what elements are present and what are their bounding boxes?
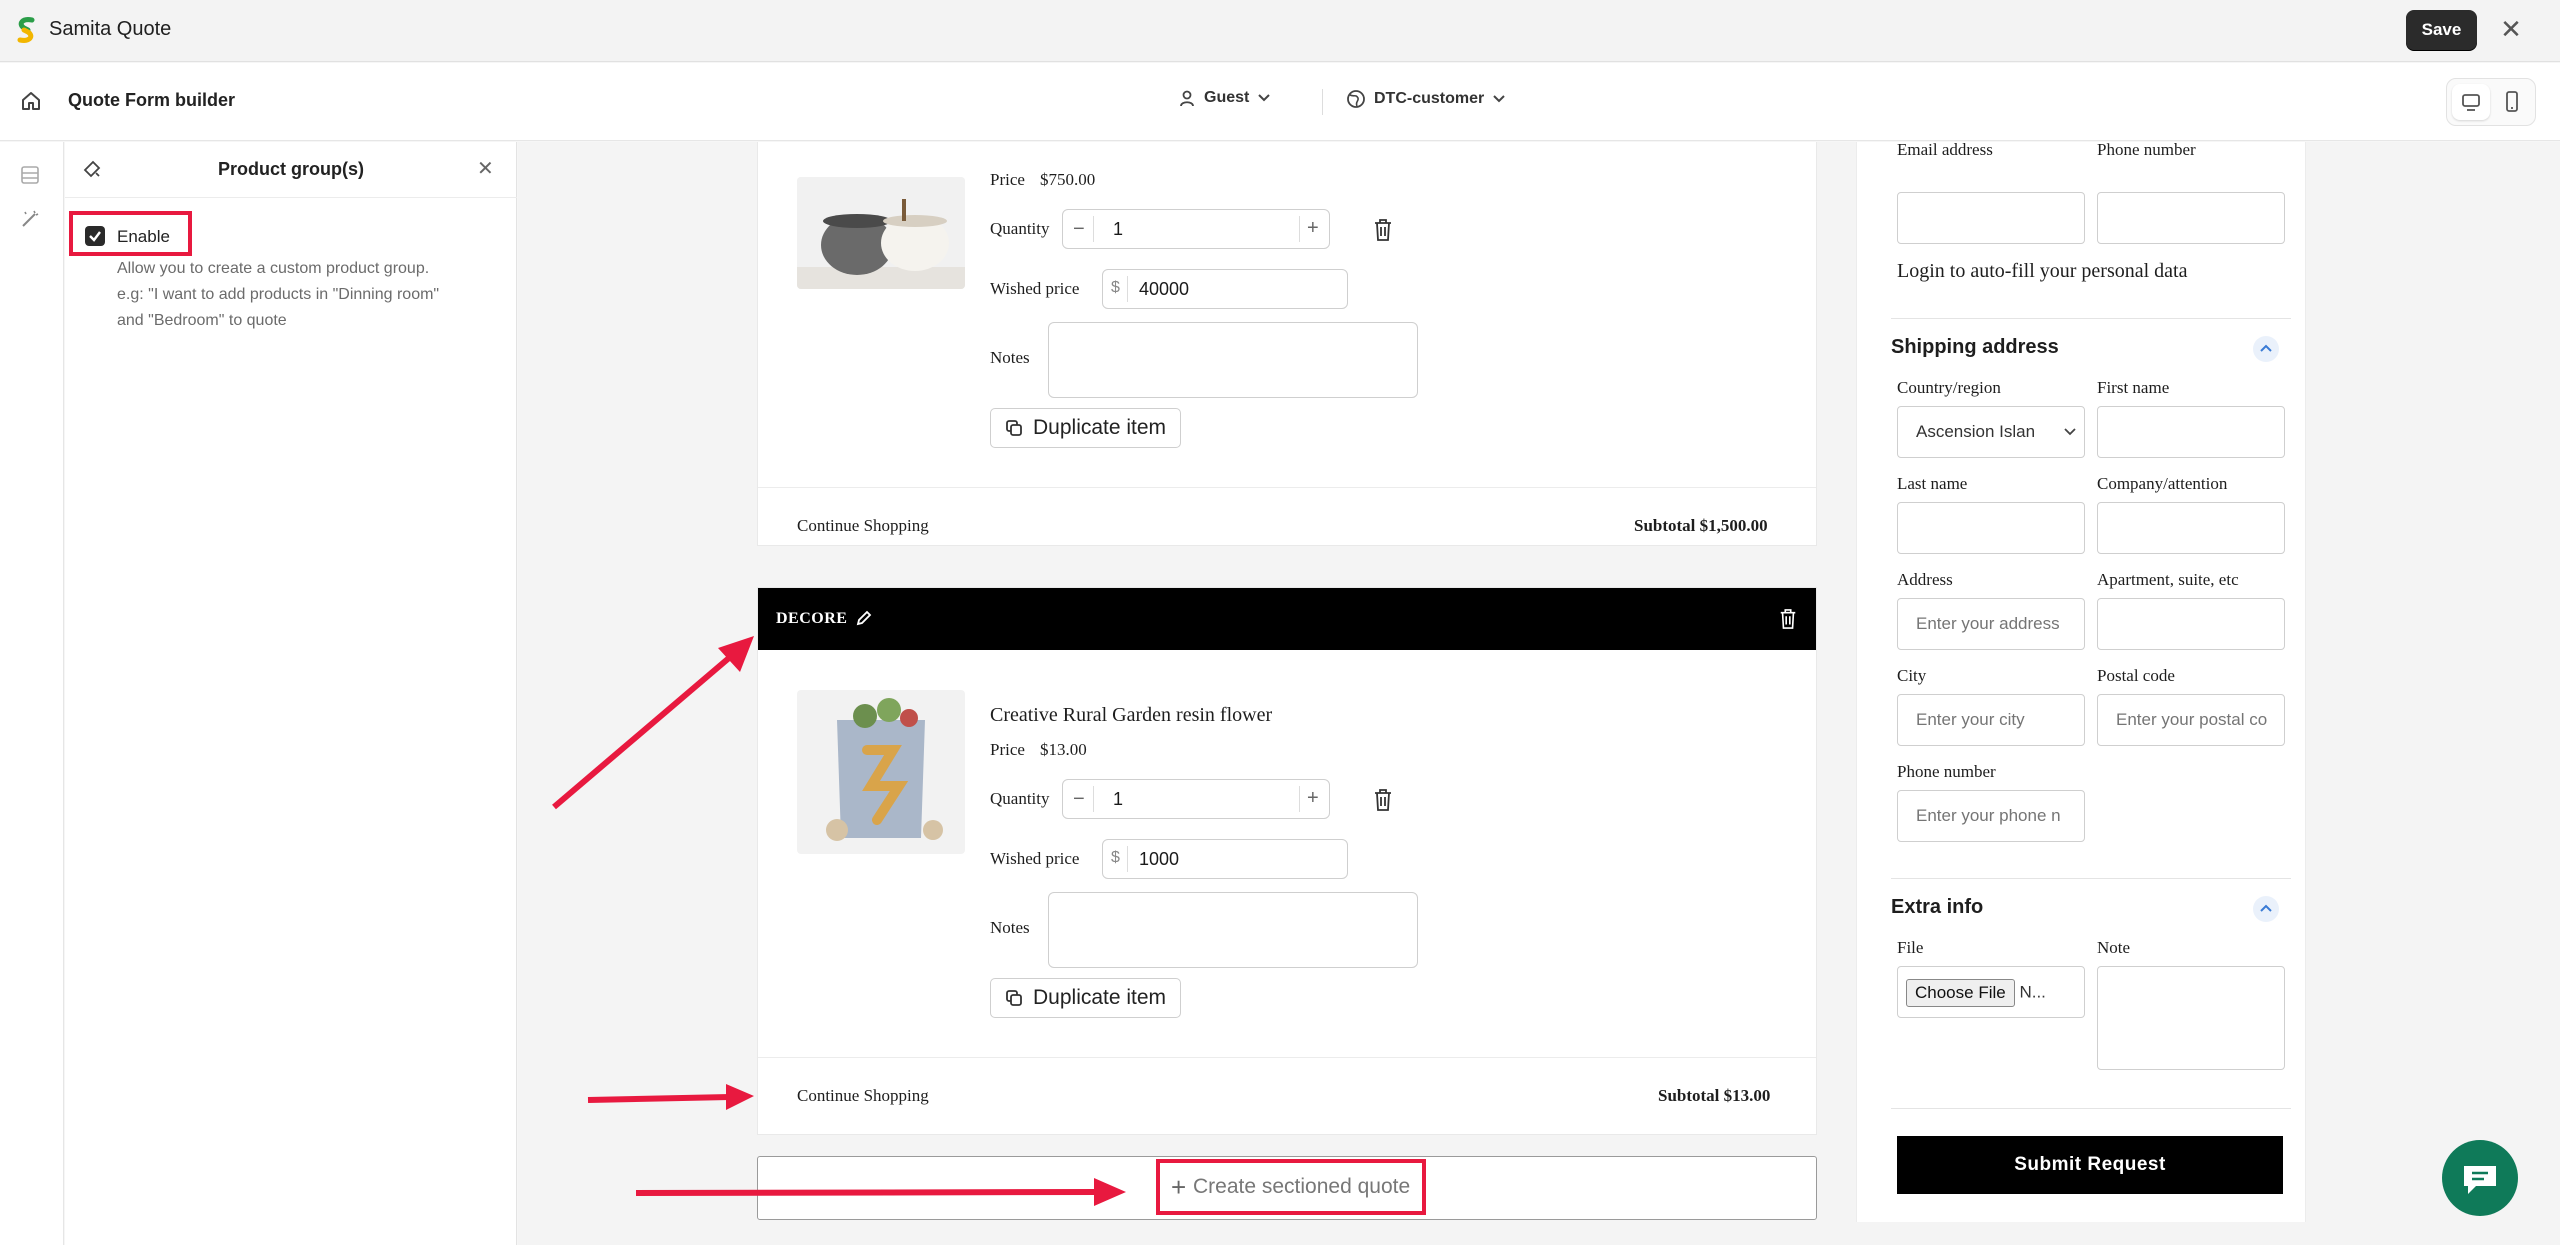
layout-icon[interactable]: [19, 164, 41, 186]
app-title: Samita Quote: [49, 18, 172, 40]
submit-request-button[interactable]: Submit Request: [1897, 1136, 2283, 1194]
email-label: Email address: [1897, 142, 1993, 159]
chevron-down-icon: [1493, 95, 1505, 103]
app-topbar: Samita Quote Save ✕: [0, 0, 2560, 62]
email-field[interactable]: [1897, 192, 2085, 244]
last-name-field[interactable]: [1897, 502, 2085, 554]
phone-number-label: Phone number: [1897, 762, 1996, 781]
postal-code-field[interactable]: Enter your postal co: [2097, 694, 2285, 746]
globe-icon: [1347, 90, 1365, 108]
phone-number-field[interactable]: Enter your phone n: [1897, 790, 2085, 842]
collapse-extra-info-button[interactable]: [2253, 896, 2279, 922]
shipping-address-title: Shipping address: [1891, 336, 2059, 358]
login-autofill-link[interactable]: Login to auto-fill your personal data: [1897, 260, 2187, 283]
chevron-down-icon: [1258, 94, 1271, 102]
divider: [1891, 1108, 2291, 1109]
divider: [1322, 89, 1323, 115]
note-textarea[interactable]: [2097, 966, 2285, 1070]
samita-logo-icon: [17, 17, 35, 43]
help-line: e.g: "I want to add products in "Dinning…: [117, 286, 440, 303]
product-groups-panel: Product group(s) ✕ Enable Allow you to c…: [65, 142, 517, 1245]
enable-help-text: Allow you to create a custom product gro…: [117, 256, 517, 334]
help-line: and "Bedroom" to quote: [117, 312, 287, 329]
file-label: File: [1897, 938, 1924, 957]
page-title: Quote Form builder: [68, 90, 236, 110]
customer-info-form: Email address Phone number Login to auto…: [1856, 142, 2306, 1222]
panel-title: Product group(s): [218, 159, 364, 179]
mobile-icon: [2506, 91, 2518, 112]
first-name-label: First name: [2097, 378, 2170, 397]
apartment-label: Apartment, suite, etc: [2097, 570, 2239, 589]
address-field[interactable]: Enter your address: [1897, 598, 2085, 650]
divider: [1891, 318, 2291, 319]
view-toggle: [2446, 78, 2536, 126]
company-field[interactable]: [2097, 502, 2285, 554]
help-line: Allow you to create a custom product gro…: [117, 260, 430, 277]
desktop-view-button[interactable]: [2452, 84, 2490, 120]
first-name-field[interactable]: [2097, 406, 2285, 458]
close-icon[interactable]: ✕: [2496, 14, 2526, 44]
postal-code-label: Postal code: [2097, 666, 2175, 685]
customer-type-select[interactable]: Guest: [1178, 89, 1271, 107]
home-icon[interactable]: [20, 90, 42, 112]
country-select[interactable]: Ascension Islan: [1897, 406, 2085, 458]
phone-label-top: Phone number: [2097, 142, 2196, 159]
save-button[interactable]: Save: [2406, 10, 2477, 50]
last-name-label: Last name: [1897, 474, 1968, 493]
file-upload-field: Choose File N...: [1897, 966, 2085, 1018]
chat-button[interactable]: [2442, 1140, 2518, 1216]
close-panel-icon[interactable]: ✕: [477, 156, 494, 181]
builder-header: Quote Form builder Guest DTC-customer: [0, 63, 2560, 141]
country-value: Ascension Islan: [1916, 422, 2036, 441]
collapse-shipping-button[interactable]: [2253, 336, 2279, 362]
trash-icon[interactable]: [1778, 608, 1798, 630]
no-file-text: N...: [2019, 982, 2046, 1002]
customer-group-select[interactable]: DTC-customer: [1346, 89, 1506, 109]
customer-group-value: DTC-customer: [1374, 90, 1485, 107]
chat-bubble-icon: [2464, 1166, 2496, 1194]
note-label: Note: [2097, 938, 2131, 957]
customer-type-value: Guest: [1204, 89, 1250, 106]
subtotal-text: Subtotal $1,500.00: [1634, 516, 1768, 535]
panel-header: Product group(s) ✕: [65, 142, 517, 198]
chevron-up-icon: [2260, 904, 2272, 912]
enable-checkbox[interactable]: [85, 226, 105, 246]
trash-icon[interactable]: [1372, 218, 1394, 242]
company-label: Company/attention: [2097, 474, 2228, 493]
check-icon: [89, 231, 101, 242]
annotation-arrows: [552, 636, 1126, 1206]
country-label: Country/region: [1897, 378, 2001, 397]
phone-field-top[interactable]: [2097, 192, 2285, 244]
city-label: City: [1897, 666, 1927, 685]
choose-file-button[interactable]: Choose File: [1906, 978, 2015, 1007]
desktop-icon: [2462, 94, 2480, 111]
enable-label: Enable: [117, 227, 170, 246]
extra-info-title: Extra info: [1891, 896, 1984, 918]
magic-wand-icon[interactable]: [19, 208, 41, 230]
left-rail: [0, 142, 64, 1245]
chevron-up-icon: [2260, 344, 2272, 352]
divider: [1891, 878, 2291, 879]
user-icon: [1180, 90, 1194, 107]
apartment-field[interactable]: [2097, 598, 2285, 650]
mobile-view-button[interactable]: [2493, 84, 2531, 120]
chevron-down-icon: [2064, 428, 2076, 436]
city-field[interactable]: Enter your city: [1897, 694, 2085, 746]
preview-canvas: Price $750.00 Quantity − 1 + Wished pric…: [518, 142, 2560, 1245]
subtotal-text: Subtotal $13.00: [1658, 1086, 1771, 1105]
address-label: Address: [1897, 570, 1953, 589]
trash-icon[interactable]: [1372, 788, 1394, 812]
